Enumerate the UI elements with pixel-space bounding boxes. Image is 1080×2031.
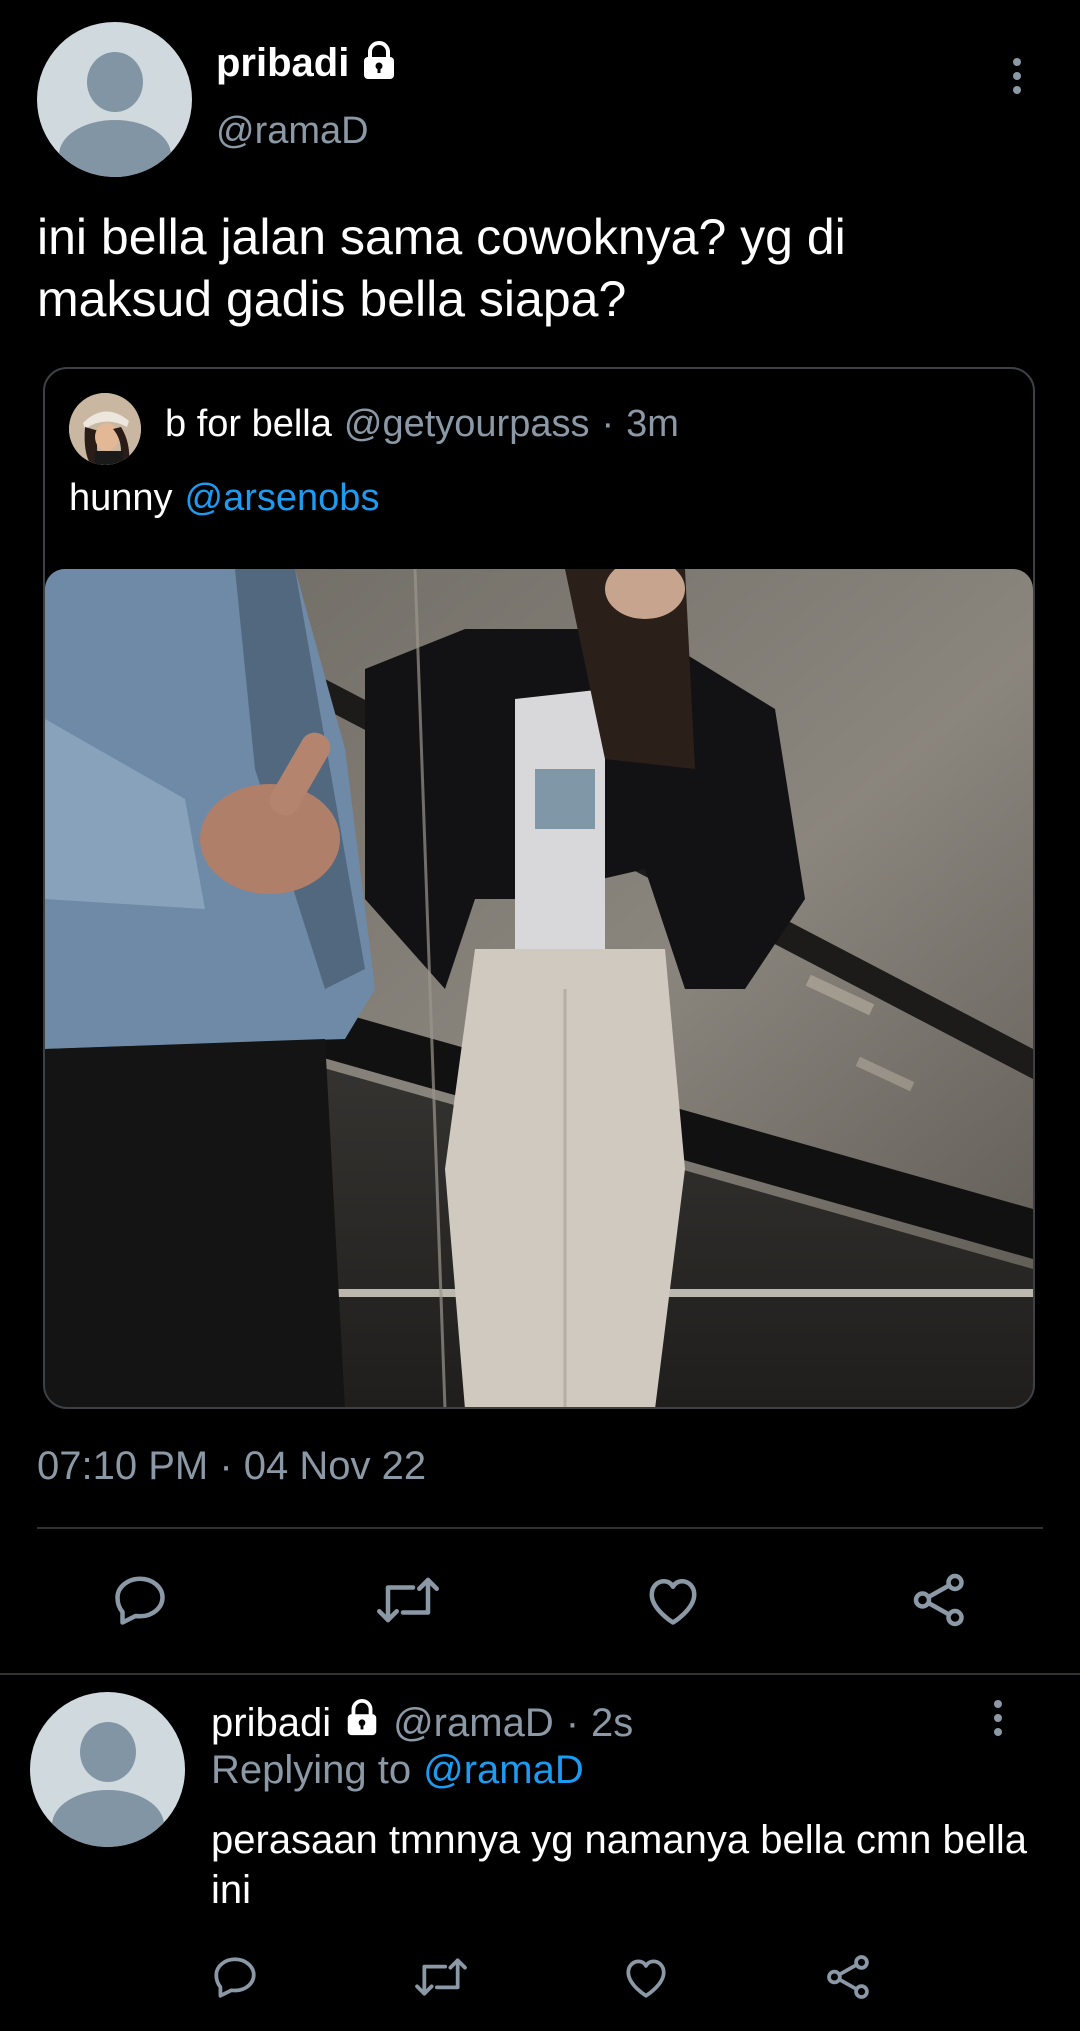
replying-to-handle[interactable]: @ramaD — [423, 1748, 584, 1793]
reply-share-icon[interactable] — [824, 1952, 874, 2002]
more-icon[interactable] — [1013, 58, 1021, 94]
reply-retweet-icon[interactable] — [413, 1952, 469, 2002]
reply-icon[interactable] — [110, 1570, 170, 1630]
reply-avatar[interactable] — [30, 1692, 185, 1847]
reply-reply-icon[interactable] — [210, 1952, 260, 2002]
like-icon[interactable] — [643, 1570, 703, 1630]
divider — [37, 1527, 1043, 1529]
main-tweet-text: ini bella jalan sama cowoknya? yg di mak… — [37, 209, 846, 327]
replying-to-label: Replying to — [211, 1748, 412, 1792]
reply-like-icon[interactable] — [621, 1952, 671, 2002]
quoted-text: hunny — [69, 477, 173, 519]
retweet-icon[interactable] — [375, 1570, 441, 1630]
reply-more-icon[interactable] — [994, 1700, 1002, 1736]
reply-display-name[interactable]: pribadi — [211, 1701, 331, 1746]
quoted-time: 3m — [626, 403, 679, 445]
main-handle[interactable]: @ramaD — [216, 110, 369, 153]
main-avatar[interactable] — [37, 22, 192, 177]
reply-separator: · — [565, 1700, 580, 1745]
tweet-timestamp: 07:10 PM · 04 Nov 22 — [37, 1444, 427, 1488]
main-display-name[interactable]: pribadi — [216, 41, 349, 86]
quoted-mention[interactable]: @arsenobs — [185, 477, 380, 520]
quoted-tweet-card[interactable]: b for bella @getyourpass · 3m hunny @ars… — [43, 367, 1035, 1409]
reply-time: 2s — [591, 1700, 634, 1745]
quoted-display-name[interactable]: b for bella — [165, 403, 332, 446]
lock-icon — [359, 40, 399, 87]
reply-lock-icon — [343, 1698, 381, 1748]
reply-text: perasaan tmnnya yg namanya bella cmn bel… — [211, 1818, 1028, 1912]
reply-handle[interactable]: @ramaD — [393, 1701, 554, 1746]
quoted-handle[interactable]: @getyourpass — [344, 403, 590, 446]
quoted-separator: · — [601, 403, 615, 445]
quoted-avatar[interactable] — [69, 393, 141, 465]
share-icon[interactable] — [910, 1570, 970, 1630]
section-divider — [0, 1673, 1080, 1675]
quoted-photo[interactable] — [45, 569, 1033, 1407]
